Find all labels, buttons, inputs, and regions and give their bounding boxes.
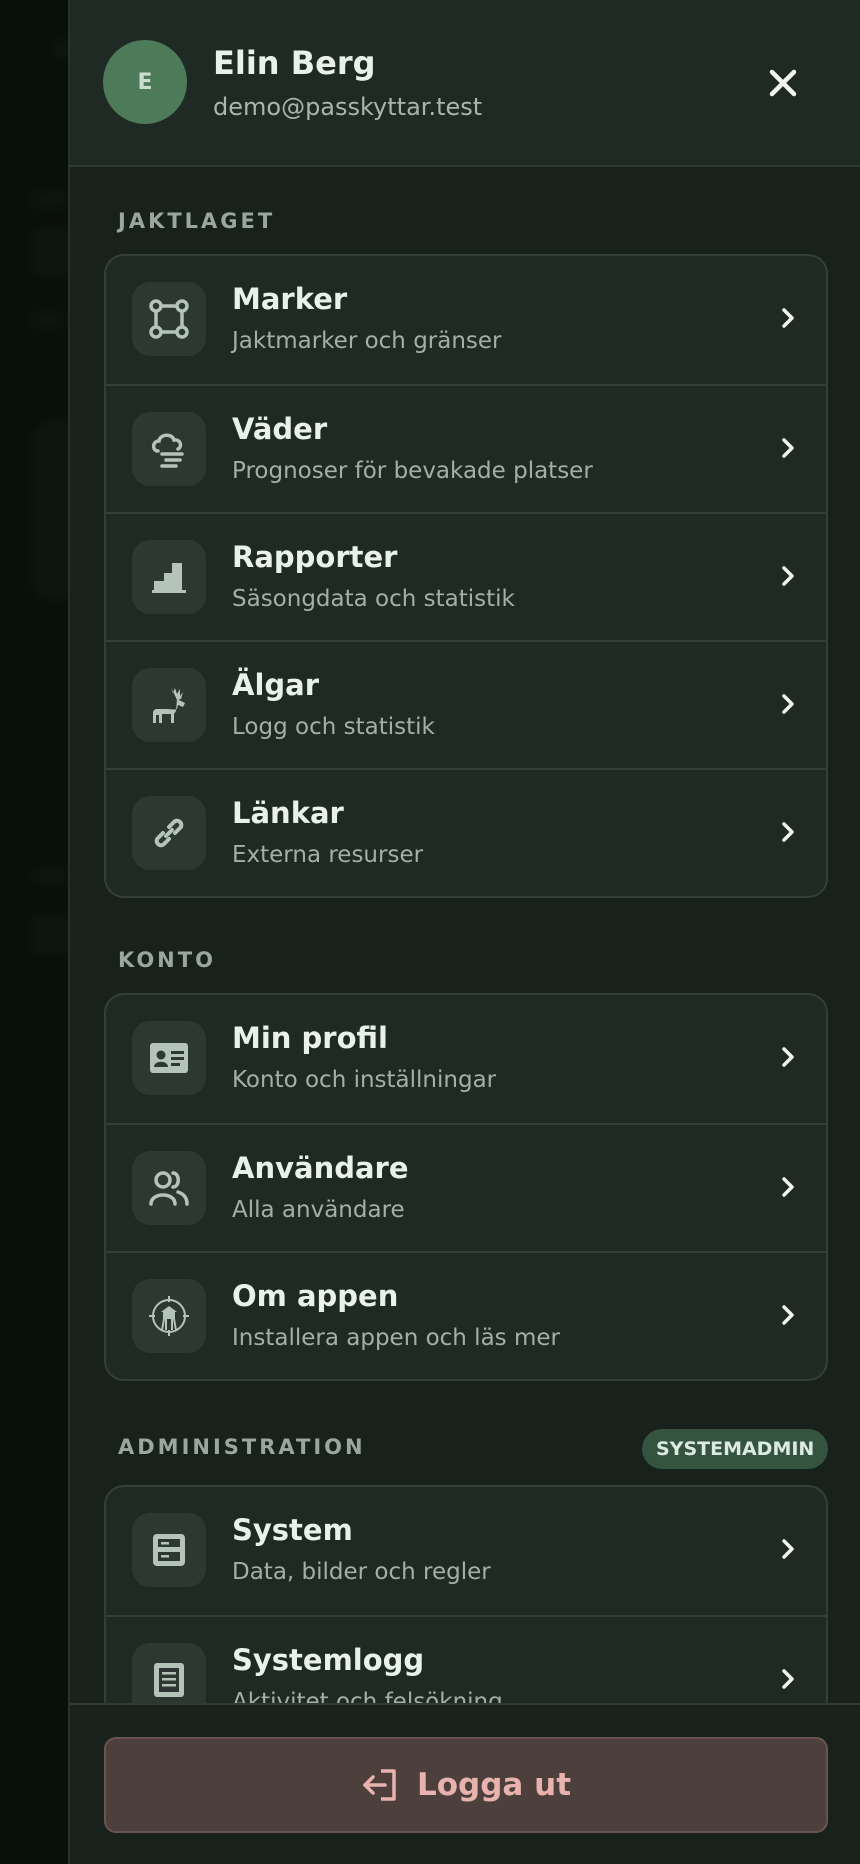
drawer-menu[interactable]: JAKTLAGET Marker Jaktmarker och gränser — [70, 169, 860, 1704]
menu-item-title: Om appen — [232, 1279, 399, 1313]
menu-item-subtitle: Data, bilder och regler — [232, 1559, 491, 1585]
chevron-right-icon — [782, 1047, 794, 1067]
user-email: demo@passkyttar.test — [213, 93, 483, 121]
menu-item-algar[interactable]: Älgar Logg och statistik — [106, 640, 826, 768]
drawer-footer: Logga ut — [70, 1703, 860, 1864]
logout-label: Logga ut — [416, 1767, 572, 1803]
chevron-right-icon — [782, 1539, 794, 1559]
log-icon — [132, 1643, 206, 1704]
navigation-drawer: E Elin Berg demo@passkyttar.test JAKTLAG… — [68, 0, 860, 1864]
menu-card-konto: Min profil Konto och inställningar Använ… — [104, 993, 828, 1381]
menu-item-title: Länkar — [232, 796, 344, 830]
id-card-icon — [132, 1021, 206, 1095]
menu-card-administration: System Data, bilder och regler Systemlog… — [104, 1485, 828, 1704]
logout-icon — [363, 1769, 396, 1801]
menu-item-vader[interactable]: Väder Prognoser för bevakade platser — [106, 384, 826, 512]
menu-item-subtitle: Installera appen och läs mer — [232, 1325, 560, 1351]
menu-item-subtitle: Jaktmarker och gränser — [232, 328, 502, 354]
menu-item-subtitle: Konto och inställningar — [232, 1067, 497, 1093]
chevron-right-icon — [782, 1177, 794, 1197]
menu-item-rapporter[interactable]: Rapporter Säsongdata och statistik — [106, 512, 826, 640]
menu-item-title: Användare — [232, 1151, 409, 1185]
menu-item-lankar[interactable]: Länkar Externa resurser — [106, 768, 826, 896]
menu-item-min-profil[interactable]: Min profil Konto och inställningar — [106, 995, 826, 1123]
section-label-jaktlaget: JAKTLAGET — [118, 209, 276, 233]
link-icon — [132, 796, 206, 870]
chevron-right-icon — [782, 694, 794, 714]
hunting-tower-icon — [132, 1279, 206, 1353]
menu-item-title: Väder — [232, 412, 328, 446]
menu-item-subtitle: Prognoser för bevakade platser — [232, 458, 593, 484]
chevron-right-icon — [782, 822, 794, 842]
avatar: E — [103, 40, 187, 124]
section-label-konto: KONTO — [118, 948, 216, 972]
users-icon — [132, 1151, 206, 1225]
close-button[interactable] — [760, 60, 806, 106]
menu-item-om-appen[interactable]: Om appen Installera appen och läs mer — [106, 1251, 826, 1379]
close-icon — [769, 69, 797, 97]
menu-item-subtitle: Alla användare — [232, 1197, 405, 1223]
menu-item-title: Rapporter — [232, 540, 398, 574]
server-icon — [132, 1513, 206, 1587]
moose-icon — [132, 668, 206, 742]
menu-item-systemlogg[interactable]: Systemlogg Aktivitet och felsökning — [106, 1615, 826, 1704]
chevron-right-icon — [782, 308, 794, 328]
menu-item-title: Systemlogg — [232, 1643, 425, 1677]
chevron-right-icon — [782, 1305, 794, 1325]
menu-item-title: Min profil — [232, 1021, 388, 1055]
menu-item-subtitle: Logg och statistik — [232, 714, 435, 740]
user-name: Elin Berg — [213, 44, 376, 82]
polygon-icon — [132, 282, 206, 356]
menu-item-marker[interactable]: Marker Jaktmarker och gränser — [106, 256, 826, 384]
role-badge: SYSTEMADMIN — [642, 1429, 829, 1469]
stairs-chart-icon — [132, 540, 206, 614]
menu-item-anvandare[interactable]: Användare Alla användare — [106, 1123, 826, 1251]
menu-item-subtitle: Aktivitet och felsökning — [232, 1689, 503, 1704]
menu-item-title: Marker — [232, 282, 348, 316]
menu-item-subtitle: Externa resurser — [232, 842, 424, 868]
chevron-right-icon — [782, 438, 794, 458]
weather-icon — [132, 412, 206, 486]
menu-item-subtitle: Säsongdata och statistik — [232, 586, 515, 612]
chevron-right-icon — [782, 1669, 794, 1689]
chevron-right-icon — [782, 566, 794, 586]
menu-card-jaktlaget: Marker Jaktmarker och gränser Väder Prog… — [104, 254, 828, 898]
menu-item-system[interactable]: System Data, bilder och regler — [106, 1487, 826, 1615]
drawer-header: E Elin Berg demo@passkyttar.test — [70, 0, 860, 167]
section-label-administration: ADMINISTRATION — [118, 1435, 366, 1459]
menu-item-title: Älgar — [232, 668, 320, 702]
menu-item-title: System — [232, 1513, 353, 1547]
logout-button[interactable]: Logga ut — [104, 1737, 828, 1833]
